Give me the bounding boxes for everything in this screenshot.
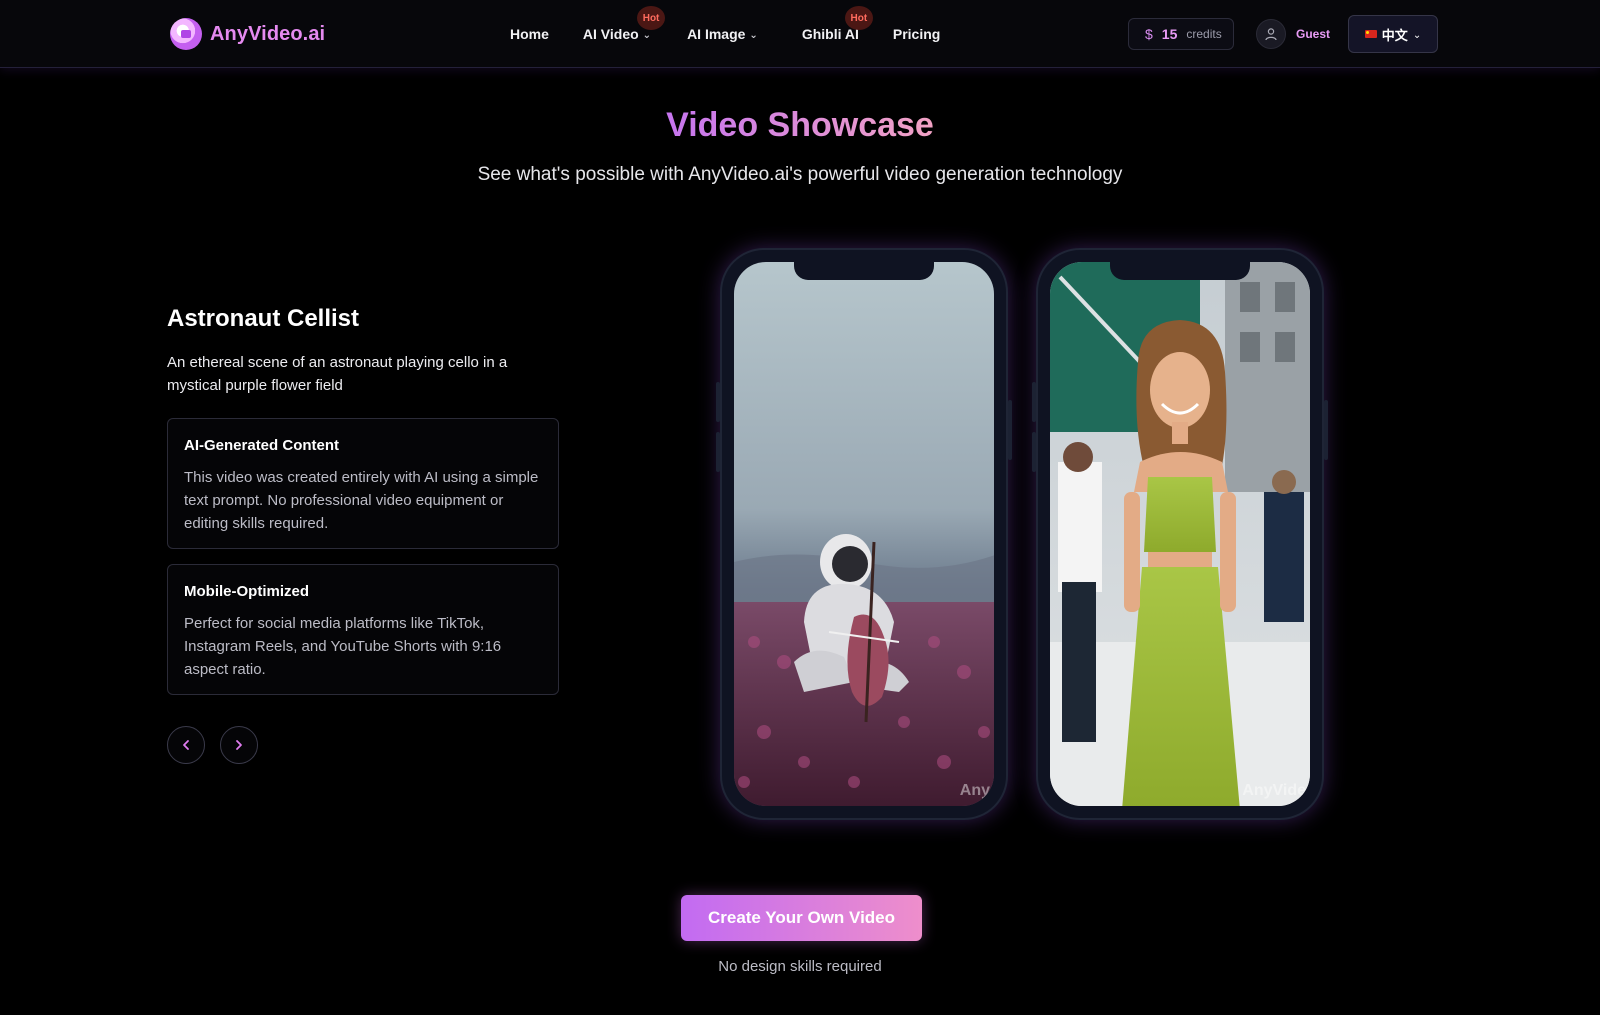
language-label: 中文 xyxy=(1381,27,1408,43)
chevron-right-icon xyxy=(236,740,242,750)
feature-card-title: Mobile-Optimized xyxy=(184,583,309,600)
video-preview-street-model[interactable]: AnyVide xyxy=(1050,262,1310,806)
feature-card-title: AI-Generated Content xyxy=(184,437,340,454)
create-video-button[interactable]: Create Your Own Video xyxy=(681,895,922,941)
hot-badge: Hot xyxy=(844,6,873,30)
logo-icon xyxy=(170,18,202,50)
astronaut-cellist-image xyxy=(734,262,994,806)
flag-icon xyxy=(1364,30,1377,38)
showcase-title: Astronaut Cellist xyxy=(167,305,360,332)
nav-item-home[interactable]: Home xyxy=(510,26,549,42)
language-selector[interactable]: 中文 ⌄ xyxy=(1348,15,1438,53)
page-title-text: Video Showcase xyxy=(666,106,934,144)
credits-label: credits xyxy=(1186,27,1222,41)
watermark: AnyVide xyxy=(1242,782,1306,799)
chevron-down-icon: ⌄ xyxy=(1412,29,1422,41)
user-icon xyxy=(1256,19,1286,49)
credits-count: 15 xyxy=(1161,26,1178,42)
watermark: Any xyxy=(959,782,990,799)
phone-side-button xyxy=(1324,400,1328,460)
phone-mockup-astronaut[interactable]: Any xyxy=(716,248,1012,820)
nav-item-ai-video[interactable]: AI Video ⌄ Hot xyxy=(582,6,666,42)
dollar-icon: $ xyxy=(1145,26,1153,42)
page-subtitle: See what's possible with AnyVideo.ai's p… xyxy=(477,164,1123,185)
feature-card-text: This video was created entirely with AI … xyxy=(184,469,539,532)
showcase-description: An ethereal scene of an astronaut playin… xyxy=(167,354,508,394)
nav-item-label: Home xyxy=(510,26,549,42)
credits-indicator[interactable]: $ 15 credits xyxy=(1128,18,1234,50)
top-navbar: AnyVideo.ai Home AI Video ⌄ Hot AI Image… xyxy=(0,0,1600,68)
chevron-down-icon: ⌄ xyxy=(749,29,758,41)
chevron-left-icon xyxy=(183,740,189,750)
next-slide-button[interactable] xyxy=(220,726,258,764)
page-title: Video Showcase xyxy=(0,106,1600,145)
nav-item-ai-image[interactable]: AI Image ⌄ xyxy=(687,26,758,42)
cta-note: No design skills required xyxy=(718,958,882,975)
user-menu[interactable]: Guest xyxy=(1256,19,1330,49)
phone-side-button xyxy=(1032,432,1036,472)
phone-side-button xyxy=(716,432,720,472)
user-name: Guest xyxy=(1296,27,1331,41)
nav-item-ghibli-ai[interactable]: Ghibli AI Hot xyxy=(801,6,873,42)
feature-card-mobile-optimized: Mobile-Optimized Perfect for social medi… xyxy=(167,564,559,695)
nav-item-label: AI Video xyxy=(582,26,639,42)
main-menu: Home AI Video ⌄ Hot AI Image ⌄ Ghibli AI… xyxy=(510,0,940,68)
nav-item-pricing[interactable]: Pricing xyxy=(893,26,940,42)
prev-slide-button[interactable] xyxy=(167,726,205,764)
phone-notch xyxy=(1110,262,1250,280)
brand-name: AnyVideo.ai xyxy=(210,22,326,45)
nav-item-label: Pricing xyxy=(892,26,941,42)
phone-side-button xyxy=(1008,400,1012,460)
phone-mockup-street-model[interactable]: AnyVide xyxy=(1032,248,1328,820)
nav-item-label: Ghibli AI xyxy=(801,26,859,42)
phone-notch xyxy=(794,262,934,280)
street-model-image xyxy=(1050,262,1310,806)
phone-side-button xyxy=(716,382,720,422)
video-preview-astronaut-cellist[interactable]: Any xyxy=(734,262,994,806)
phone-side-button xyxy=(1032,382,1036,422)
nav-item-label: AI Image xyxy=(687,26,746,42)
feature-card-ai-generated: AI-Generated Content This video was crea… xyxy=(167,418,559,549)
hot-badge: Hot xyxy=(637,6,666,30)
feature-card-text: Perfect for social media platforms like … xyxy=(184,615,502,678)
brand-logo[interactable]: AnyVideo.ai xyxy=(170,18,325,50)
chevron-down-icon: ⌄ xyxy=(642,29,652,41)
